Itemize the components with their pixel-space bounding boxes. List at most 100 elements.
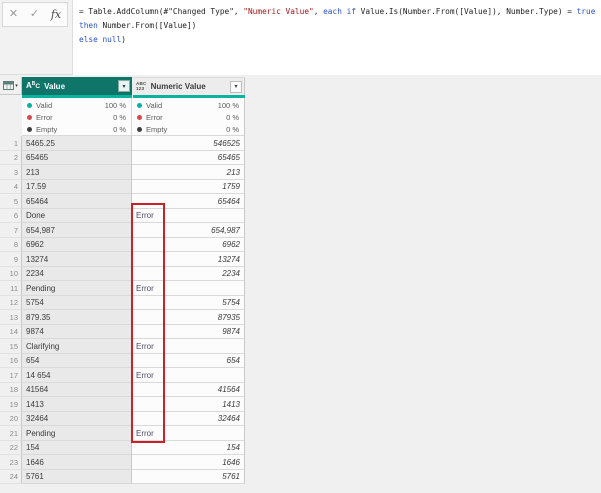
numeric-cell[interactable]: 1413 xyxy=(132,397,245,412)
row-number[interactable]: 19 xyxy=(0,397,22,412)
row-number[interactable]: 3 xyxy=(0,165,22,180)
value-cell[interactable]: 154 xyxy=(22,441,132,456)
row-number[interactable]: 23 xyxy=(0,455,22,470)
table-row: 91327413274 xyxy=(0,252,245,267)
column-header-value[interactable]: ABC Value ▾ xyxy=(22,77,132,95)
value-cell[interactable]: 879.35 xyxy=(22,310,132,325)
filter-dropdown-button[interactable]: ▾ xyxy=(230,81,242,93)
row-number[interactable]: 16 xyxy=(0,354,22,369)
table-rows: 15465.25546525265465654653213213417.5917… xyxy=(0,136,245,484)
numeric-cell[interactable]: 1646 xyxy=(132,455,245,470)
table-menu-button[interactable]: ▾ xyxy=(0,77,22,95)
stat-value: 100 % xyxy=(218,101,239,110)
row-number[interactable]: 20 xyxy=(0,412,22,427)
filter-dropdown-button[interactable]: ▾ xyxy=(118,80,130,92)
row-number[interactable]: 24 xyxy=(0,470,22,485)
column-header-numeric-value[interactable]: ABC123 Numeric Value ▾ xyxy=(132,77,245,95)
value-cell[interactable]: 2234 xyxy=(22,267,132,282)
row-number[interactable]: 22 xyxy=(0,441,22,456)
text-type-icon: ABC xyxy=(26,82,40,91)
value-cell[interactable]: 6962 xyxy=(22,238,132,253)
row-number[interactable]: 15 xyxy=(0,339,22,354)
value-cell[interactable]: 654 xyxy=(22,354,132,369)
value-cell[interactable]: Pending xyxy=(22,426,132,441)
value-cell[interactable]: 17.59 xyxy=(22,180,132,195)
formula-text[interactable]: = Table.AddColumn(#"Changed Type", "Nume… xyxy=(72,0,601,75)
numeric-cell-error[interactable]: Error xyxy=(132,426,245,441)
numeric-cell[interactable]: 654,987 xyxy=(132,223,245,238)
value-cell[interactable]: Done xyxy=(22,209,132,224)
value-cell[interactable]: 9874 xyxy=(22,325,132,340)
stat-value: 0 % xyxy=(113,125,126,134)
numeric-cell-error[interactable]: Error xyxy=(132,339,245,354)
numeric-cell[interactable]: 41564 xyxy=(132,383,245,398)
stat-value: 100 % xyxy=(105,101,126,110)
stat-value: 0 % xyxy=(226,113,239,122)
numeric-cell-error[interactable]: Error xyxy=(132,368,245,383)
value-cell[interactable]: 32464 xyxy=(22,412,132,427)
value-cell[interactable]: 654,987 xyxy=(22,223,132,238)
stat-empty: Empty 0 % xyxy=(132,123,244,135)
value-cell[interactable]: 5754 xyxy=(22,296,132,311)
numeric-cell[interactable]: 154 xyxy=(132,441,245,456)
table-row: 7654,987654,987 xyxy=(0,223,245,238)
value-cell[interactable]: 213 xyxy=(22,165,132,180)
numeric-cell[interactable]: 32464 xyxy=(132,412,245,427)
row-number[interactable]: 7 xyxy=(0,223,22,238)
numeric-cell[interactable]: 65465 xyxy=(132,151,245,166)
value-cell[interactable]: 5465.25 xyxy=(22,136,132,151)
row-number[interactable]: 2 xyxy=(0,151,22,166)
error-dot-icon xyxy=(27,115,32,120)
stat-valid: Valid 100 % xyxy=(132,99,244,111)
numeric-cell[interactable]: 5754 xyxy=(132,296,245,311)
numeric-cell[interactable]: 13274 xyxy=(132,252,245,267)
table-row: 203246432464 xyxy=(0,412,245,427)
table-row: 869626962 xyxy=(0,238,245,253)
numeric-cell[interactable]: 6962 xyxy=(132,238,245,253)
row-number[interactable]: 10 xyxy=(0,267,22,282)
value-cell[interactable]: 14 654 xyxy=(22,368,132,383)
numeric-cell-error[interactable]: Error xyxy=(132,281,245,296)
valid-dot-icon xyxy=(137,103,142,108)
table-row: 15465.25546525 xyxy=(0,136,245,151)
numeric-cell[interactable]: 546525 xyxy=(132,136,245,151)
row-number[interactable]: 12 xyxy=(0,296,22,311)
numeric-cell[interactable]: 9874 xyxy=(132,325,245,340)
value-cell[interactable]: 65464 xyxy=(22,194,132,209)
row-number[interactable]: 9 xyxy=(0,252,22,267)
row-number[interactable]: 8 xyxy=(0,238,22,253)
value-cell[interactable]: 1413 xyxy=(22,397,132,412)
numeric-cell[interactable]: 2234 xyxy=(132,267,245,282)
numeric-cell-error[interactable]: Error xyxy=(132,209,245,224)
numeric-cell[interactable]: 87935 xyxy=(132,310,245,325)
value-cell[interactable]: 65465 xyxy=(22,151,132,166)
stat-label: Valid xyxy=(146,101,218,110)
value-cell[interactable]: 5761 xyxy=(22,470,132,485)
row-number[interactable]: 11 xyxy=(0,281,22,296)
stat-error: Error 0 % xyxy=(22,111,131,123)
cancel-icon[interactable]: ✕ xyxy=(9,9,18,20)
confirm-icon[interactable]: ✓ xyxy=(30,9,39,20)
row-number[interactable]: 17 xyxy=(0,368,22,383)
row-number[interactable]: 5 xyxy=(0,194,22,209)
row-number[interactable]: 4 xyxy=(0,180,22,195)
row-number[interactable]: 14 xyxy=(0,325,22,340)
numeric-cell[interactable]: 213 xyxy=(132,165,245,180)
row-number[interactable]: 21 xyxy=(0,426,22,441)
row-number[interactable]: 1 xyxy=(0,136,22,151)
value-cell[interactable]: 13274 xyxy=(22,252,132,267)
row-number[interactable]: 13 xyxy=(0,310,22,325)
row-number[interactable]: 6 xyxy=(0,209,22,224)
fx-icon[interactable]: fx xyxy=(51,8,61,21)
row-number[interactable]: 18 xyxy=(0,383,22,398)
numeric-cell[interactable]: 5761 xyxy=(132,470,245,485)
numeric-cell[interactable]: 65464 xyxy=(132,194,245,209)
value-cell[interactable]: 41564 xyxy=(22,383,132,398)
numeric-cell[interactable]: 1759 xyxy=(132,180,245,195)
value-cell[interactable]: Clarifying xyxy=(22,339,132,354)
value-cell[interactable]: 1646 xyxy=(22,455,132,470)
numeric-cell[interactable]: 654 xyxy=(132,354,245,369)
empty-dot-icon xyxy=(137,127,142,132)
value-cell[interactable]: Pending xyxy=(22,281,132,296)
table-row: 21PendingError xyxy=(0,426,245,441)
